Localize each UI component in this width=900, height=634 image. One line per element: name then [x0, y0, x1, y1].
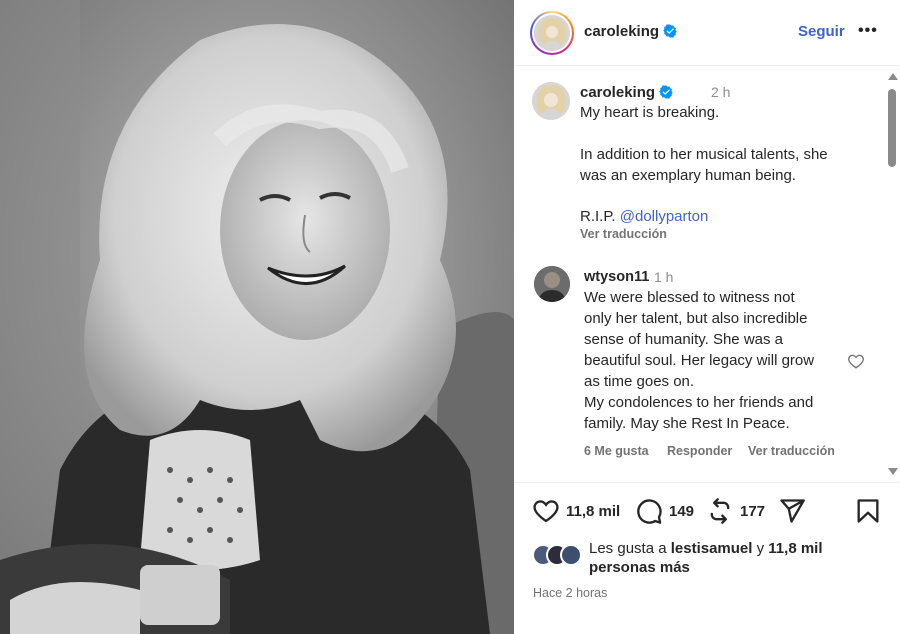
- comment-button[interactable]: 149: [635, 497, 694, 525]
- repost-icon: [710, 498, 730, 524]
- liked-by-section: Les gusta a lestisamuel y 11,8 mil perso…: [514, 534, 900, 582]
- likes-count[interactable]: 11,8 mil: [566, 503, 620, 520]
- caption-time[interactable]: 2 h: [711, 84, 730, 100]
- liked-by-user-link[interactable]: lestisamuel: [671, 540, 753, 557]
- caption-line: My heart is breaking.: [580, 104, 720, 121]
- post-side-panel: caroleking Seguir ••• caroleking 2 h My …: [514, 0, 900, 634]
- author-avatar[interactable]: [530, 11, 574, 55]
- scroll-down-arrow-icon[interactable]: [888, 468, 898, 475]
- comment-line: My condolences to her friends and: [584, 394, 814, 411]
- commenter-username[interactable]: wtyson11: [584, 269, 649, 285]
- comment-line: sense of humanity. She was a: [584, 331, 783, 348]
- comments-scroll-area[interactable]: caroleking 2 h My heart is breaking. In …: [514, 67, 900, 482]
- comment-line: as time goes on.: [584, 373, 695, 390]
- bookmark-icon: [857, 499, 879, 523]
- caption-rip-line: R.I.P. @dollyparton: [580, 208, 708, 225]
- mention-link[interactable]: @dollyparton: [620, 208, 709, 225]
- heart-icon: [533, 500, 559, 523]
- comment-line: only her talent, but also incredible: [584, 310, 808, 327]
- scroll-up-arrow-icon[interactable]: [888, 73, 898, 80]
- liked-by-count-link[interactable]: 11,8 mil: [768, 540, 822, 557]
- repost-button[interactable]: 177: [706, 497, 765, 525]
- caption-author-avatar[interactable]: [532, 82, 570, 120]
- caption-username-text[interactable]: caroleking: [580, 84, 655, 101]
- author-username-text[interactable]: caroleking: [584, 23, 659, 40]
- verified-badge-icon: [659, 85, 673, 99]
- comment-time[interactable]: 1 h: [654, 269, 673, 285]
- caption-see-translation-button[interactable]: Ver traducción: [580, 227, 667, 241]
- like-button[interactable]: 11,8 mil: [532, 497, 620, 525]
- send-paper-plane-icon: [780, 499, 805, 523]
- caption-line: was an exemplary human being.: [580, 167, 796, 184]
- liked-by-text: Les gusta a lestisamuel y 11,8 mil: [589, 538, 823, 559]
- commenter-avatar[interactable]: [534, 266, 570, 302]
- save-button[interactable]: [854, 497, 882, 525]
- scrollbar-thumb[interactable]: [888, 89, 896, 167]
- caption-username[interactable]: caroleking: [580, 84, 673, 101]
- liked-by-middle: y: [752, 540, 769, 557]
- share-button[interactable]: [778, 497, 806, 525]
- comments-count[interactable]: 149: [669, 503, 694, 520]
- follow-button[interactable]: Seguir: [798, 23, 845, 40]
- more-options-button[interactable]: •••: [858, 22, 878, 40]
- post-photo: [0, 0, 514, 634]
- comment-like-heart-icon[interactable]: [847, 352, 865, 370]
- author-username[interactable]: caroleking: [584, 23, 677, 40]
- comment-bubble-icon: [637, 499, 662, 524]
- liked-by-others-link[interactable]: personas más: [589, 559, 690, 576]
- comment-line: We were blessed to witness not: [584, 289, 795, 306]
- post-timestamp[interactable]: Hace 2 horas: [533, 586, 607, 600]
- post-header: caroleking Seguir •••: [514, 0, 900, 66]
- verified-badge-icon: [663, 24, 677, 38]
- liker-avatar[interactable]: [560, 544, 582, 566]
- liked-by-prefix: Les gusta a: [589, 540, 671, 557]
- comment-see-translation-button[interactable]: Ver traducción: [748, 444, 835, 458]
- comment-line: beautiful soul. Her legacy will grow: [584, 352, 815, 369]
- liked-by-avatars[interactable]: [532, 544, 586, 566]
- comment-line: family. May she Rest In Peace.: [584, 415, 790, 432]
- post-photo-image: [0, 0, 514, 634]
- caption-line: In addition to her musical talents, she: [580, 146, 828, 163]
- post-actions-bar: 11,8 mil 149 177: [514, 482, 900, 542]
- comments-scrollbar[interactable]: [884, 67, 900, 482]
- comment-reply-button[interactable]: Responder: [667, 444, 732, 458]
- caption-rip-text: R.I.P.: [580, 208, 620, 225]
- comment-likes-count[interactable]: 6 Me gusta: [584, 444, 649, 458]
- reposts-count[interactable]: 177: [740, 503, 765, 520]
